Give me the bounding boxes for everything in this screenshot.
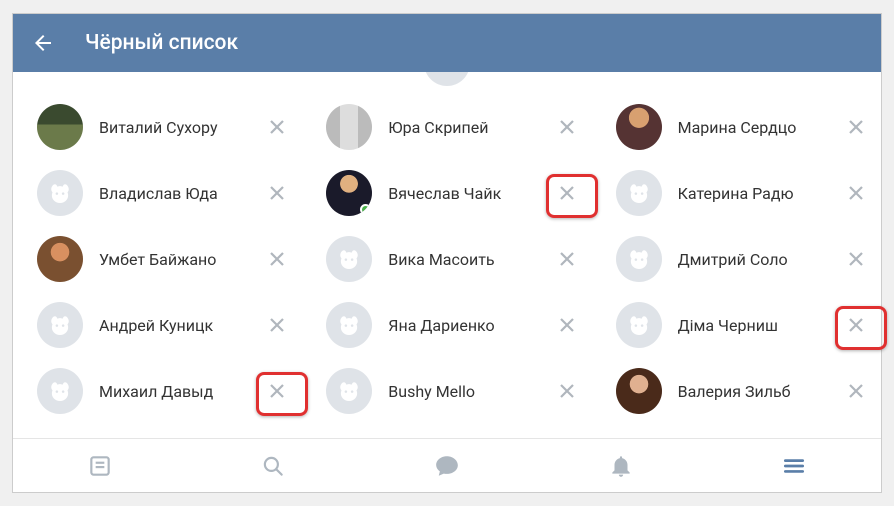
list-item[interactable]: Діма Черниш (592, 292, 881, 358)
back-button[interactable] (31, 31, 55, 55)
list-item[interactable]: Катерина Радю (592, 160, 881, 226)
page-title: Чёрный список (85, 31, 238, 55)
nav-messages[interactable] (360, 439, 534, 492)
list-item[interactable]: Вика Масоить (302, 226, 591, 292)
newsfeed-icon (87, 453, 113, 479)
messages-icon (434, 453, 460, 479)
close-icon (559, 251, 575, 267)
avatar (37, 236, 83, 282)
avatar (326, 104, 372, 150)
list-item[interactable]: Яна Дариенко (302, 292, 591, 358)
user-name: Bushy Mello (388, 382, 549, 401)
list-item[interactable]: Умбет Байжано (13, 226, 302, 292)
close-icon (848, 383, 864, 399)
list-item[interactable]: Михаил Давыд (13, 358, 302, 424)
close-icon (269, 119, 285, 135)
user-name: Валерия Зильб (678, 382, 839, 401)
bell-icon (608, 453, 634, 479)
avatar (616, 236, 662, 282)
remove-button[interactable] (550, 374, 584, 408)
avatar (616, 368, 662, 414)
partial-previous-row (13, 72, 881, 90)
close-icon (559, 317, 575, 333)
user-name: Юра Скрипей (388, 118, 549, 137)
user-name: Умбет Байжано (99, 250, 260, 269)
remove-button[interactable] (550, 242, 584, 276)
avatar (616, 302, 662, 348)
list-item[interactable]: Виталий Сухору (13, 94, 302, 160)
remove-button[interactable] (839, 374, 873, 408)
remove-button[interactable] (839, 110, 873, 144)
user-name: Вячеслав Чайк (388, 184, 549, 203)
remove-button[interactable] (260, 242, 294, 276)
user-name: Вика Масоить (388, 250, 549, 269)
avatar (37, 368, 83, 414)
avatar (37, 170, 83, 216)
list-item[interactable]: Владислав Юда (13, 160, 302, 226)
avatar (326, 368, 372, 414)
remove-button[interactable] (260, 110, 294, 144)
close-icon (559, 119, 575, 135)
user-name: Владислав Юда (99, 184, 260, 203)
remove-button[interactable] (839, 176, 873, 210)
close-icon (848, 251, 864, 267)
user-name: Яна Дариенко (388, 316, 549, 335)
nav-menu[interactable] (707, 439, 881, 492)
header-bar: Чёрный список (13, 14, 881, 72)
list-item[interactable]: Вячеслав Чайк (302, 160, 591, 226)
remove-button[interactable] (260, 308, 294, 342)
avatar (326, 236, 372, 282)
remove-button[interactable] (839, 308, 873, 342)
nav-news[interactable] (13, 439, 187, 492)
close-icon (559, 383, 575, 399)
avatar (424, 72, 470, 86)
close-icon (848, 119, 864, 135)
user-name: Михаил Давыд (99, 382, 260, 401)
list-item[interactable]: Юра Скрипей (302, 94, 591, 160)
user-name: Марина Сердцо (678, 118, 839, 137)
search-icon (260, 453, 286, 479)
blacklist: Виталий Сухору Юра Скрипей Марина Сердцо Вл… (13, 90, 881, 438)
user-name: Катерина Радю (678, 184, 839, 203)
remove-button[interactable] (260, 374, 294, 408)
avatar (326, 302, 372, 348)
online-indicator (360, 204, 371, 215)
list-item[interactable]: Валерия Зильб (592, 358, 881, 424)
close-icon (848, 185, 864, 201)
nav-notifications[interactable] (534, 439, 708, 492)
avatar (326, 170, 372, 216)
remove-button[interactable] (550, 176, 584, 210)
arrow-left-icon (31, 31, 55, 55)
close-icon (269, 383, 285, 399)
close-icon (269, 317, 285, 333)
user-name: Дмитрий Соло (678, 250, 839, 269)
close-icon (559, 185, 575, 201)
avatar (616, 104, 662, 150)
close-icon (269, 251, 285, 267)
list-item[interactable]: Дмитрий Соло (592, 226, 881, 292)
list-item[interactable]: Андрей Куницк (13, 292, 302, 358)
user-name: Виталий Сухору (99, 118, 260, 137)
remove-button[interactable] (839, 242, 873, 276)
nav-search[interactable] (187, 439, 361, 492)
remove-button[interactable] (550, 110, 584, 144)
remove-button[interactable] (550, 308, 584, 342)
avatar (37, 302, 83, 348)
user-name: Діма Черниш (678, 316, 839, 335)
close-icon (269, 185, 285, 201)
user-name: Андрей Куницк (99, 316, 260, 335)
list-item[interactable]: Bushy Mello (302, 358, 591, 424)
app-frame: Чёрный список Виталий Сухору Юра Скрипей М… (12, 13, 882, 493)
list-item[interactable]: Марина Сердцо (592, 94, 881, 160)
menu-icon (781, 453, 807, 479)
avatar (616, 170, 662, 216)
bottom-nav (13, 438, 881, 492)
remove-button[interactable] (260, 176, 294, 210)
close-icon (848, 317, 864, 333)
avatar (37, 104, 83, 150)
